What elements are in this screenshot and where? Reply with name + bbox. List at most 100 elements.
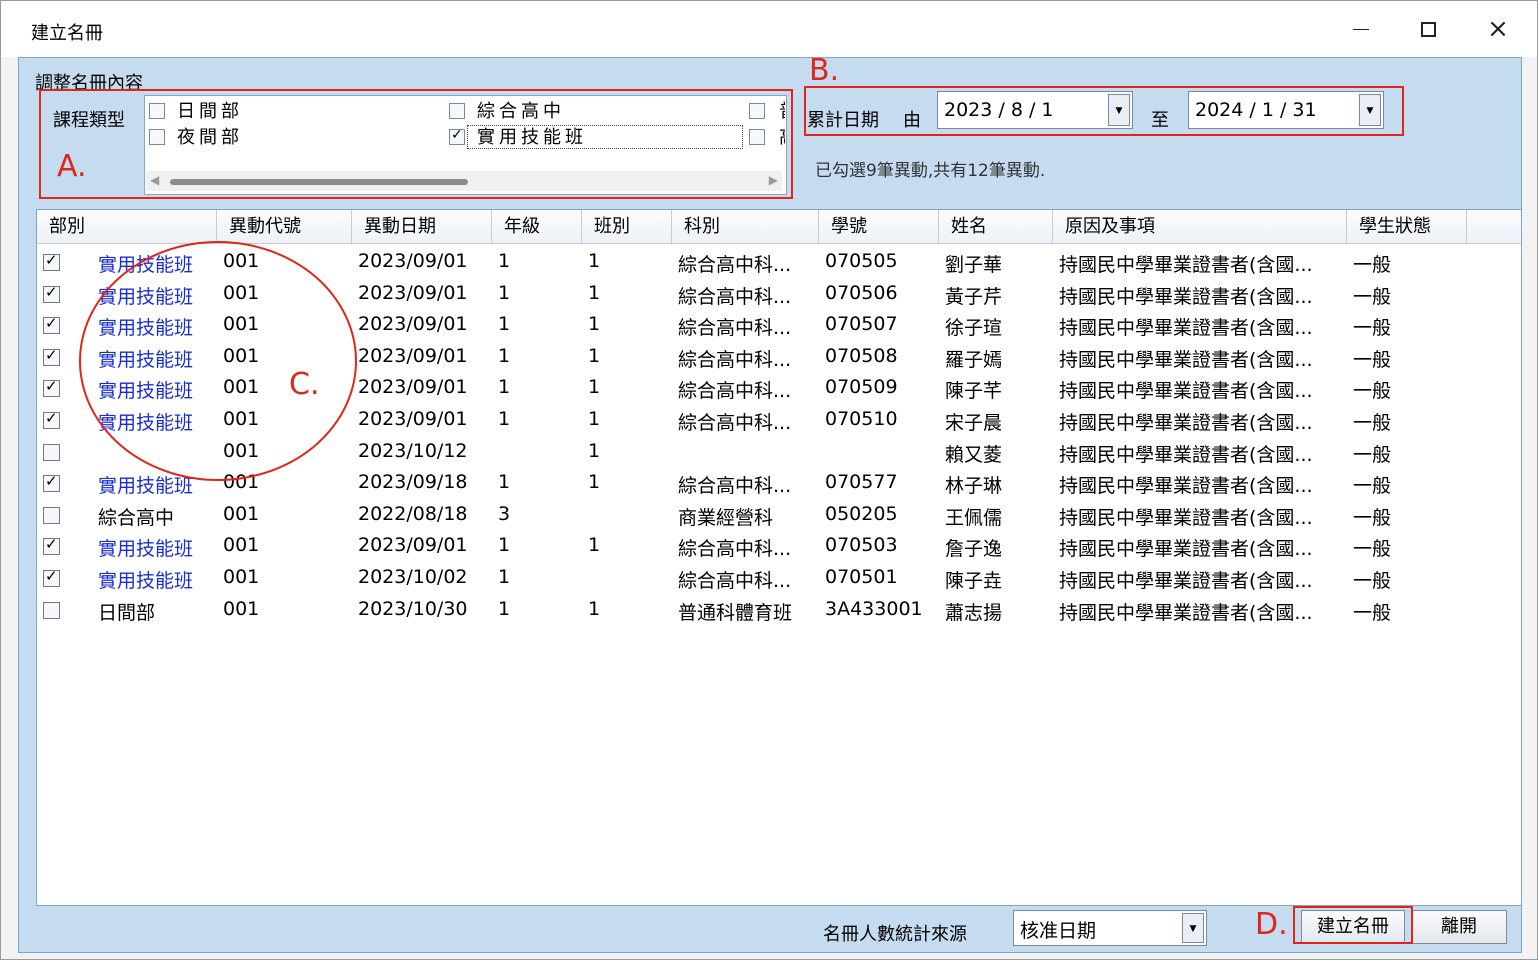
selection-status: 已勾選9筆異動,共有12筆異動.	[815, 161, 1046, 181]
row-student-id: 070509	[825, 376, 898, 399]
annotation-label-a: A.	[57, 149, 87, 184]
row-checkbox[interactable]	[43, 535, 60, 556]
minimize-icon	[1353, 28, 1369, 30]
row-reason: 持國民中學畢業證書者(含國...	[1059, 254, 1313, 276]
annotation-box-d	[1293, 906, 1413, 944]
annotation-label-b: B.	[809, 53, 840, 88]
table-row[interactable]: 實用技能班 001 2023/10/02 1 綜合高中科... 070501 陳子垚 持國民中…	[37, 562, 1521, 593]
close-button[interactable]: ×	[1463, 9, 1533, 49]
row-student-id: 050205	[825, 502, 898, 525]
row-reason: 持國民中學畢業證書者(含國...	[1059, 412, 1313, 434]
row-subject: 商業經營科	[678, 506, 774, 529]
row-student-id: 070506	[825, 281, 898, 304]
column-header-dept[interactable]: 部別	[37, 210, 217, 244]
source-select[interactable]: 核准日期 ▼	[1013, 910, 1207, 946]
source-value: 核准日期	[1020, 920, 1097, 942]
row-date: 2023/09/01	[358, 281, 468, 304]
row-status: 一般	[1353, 412, 1392, 434]
column-header-status[interactable]: 學生狀態	[1347, 210, 1467, 244]
row-date: 2022/08/18	[358, 502, 468, 525]
row-status: 一般	[1353, 443, 1392, 466]
row-grade: 1	[498, 281, 511, 304]
row-checkbox[interactable]	[43, 409, 60, 429]
column-header-grade[interactable]: 年級	[492, 210, 582, 244]
row-class: 1	[588, 408, 601, 430]
row-reason: 持國民中學畢業證書者(含國...	[1059, 317, 1313, 340]
row-checkbox[interactable]	[43, 443, 60, 461]
row-status: 一般	[1353, 380, 1392, 403]
row-checkbox[interactable]	[43, 472, 60, 493]
row-subject: 綜合高中科...	[678, 412, 792, 434]
row-reason: 持國民中學畢業證書者(含國...	[1059, 348, 1313, 371]
row-date: 2023/09/01	[358, 250, 468, 272]
row-dept: 日間部	[98, 601, 156, 624]
row-grade: 1	[498, 250, 511, 272]
row-status: 一般	[1353, 285, 1392, 308]
leave-button[interactable]: 離開	[1411, 910, 1507, 944]
row-code: 001	[223, 534, 260, 557]
table-row[interactable]: 實用技能班 001 2023/09/01 1 1 綜合高中科... 070503 詹子逸 持國民…	[37, 530, 1521, 561]
column-header-name[interactable]: 姓名	[939, 210, 1053, 244]
row-date: 2023/10/02	[358, 566, 468, 588]
row-dept: 實用技能班	[98, 570, 194, 592]
row-class: 1	[588, 439, 601, 462]
annotation-label-d: D.	[1255, 907, 1288, 942]
row-subject: 綜合高中科...	[678, 348, 792, 371]
row-status: 一般	[1353, 601, 1392, 624]
row-checkbox[interactable]	[43, 601, 60, 619]
row-grade: 1	[498, 376, 511, 399]
row-status: 一般	[1353, 348, 1392, 371]
annotation-box-b	[804, 86, 1404, 136]
row-grade: 3	[498, 502, 511, 525]
row-name: 蕭志揚	[945, 601, 1003, 624]
table-row[interactable]: 日間部 001 2023/10/30 1 1 普通科體育班 3A433001 蕭志揚 持國民中學…	[37, 594, 1521, 625]
row-checkbox[interactable]	[43, 377, 60, 398]
row-reason: 持國民中學畢業證書者(含國...	[1059, 506, 1313, 529]
row-grade: 1	[498, 534, 511, 557]
minimize-button[interactable]	[1326, 9, 1396, 49]
row-subject: 綜合高中科...	[678, 317, 792, 340]
column-header-class[interactable]: 班別	[582, 210, 672, 244]
row-name: 徐子瑄	[945, 317, 1003, 340]
row-grade: 1	[498, 408, 511, 430]
row-student-id: 070510	[825, 408, 898, 430]
row-student-id: 070503	[825, 534, 898, 557]
table-row[interactable]: 綜合高中 001 2022/08/18 3 商業經營科 050205 王佩儒 持國民中學畢業證…	[37, 499, 1521, 530]
row-class: 1	[588, 344, 601, 367]
row-status: 一般	[1353, 506, 1392, 529]
row-reason: 持國民中學畢業證書者(含國...	[1059, 380, 1313, 403]
column-header-subject[interactable]: 科別	[672, 210, 819, 244]
row-name: 林子琳	[945, 475, 1003, 498]
row-subject: 綜合高中科...	[678, 285, 792, 308]
chevron-down-icon[interactable]: ▼	[1182, 913, 1204, 943]
row-checkbox[interactable]	[43, 506, 60, 524]
close-icon: ×	[1487, 14, 1509, 44]
row-checkbox[interactable]	[43, 314, 60, 335]
row-name: 劉子華	[945, 254, 1003, 276]
column-header-student-id[interactable]: 學號	[819, 210, 939, 244]
row-checkbox[interactable]	[43, 567, 60, 587]
row-grade: 1	[498, 471, 511, 494]
grid-header: 部別 異動代號 異動日期 年級 班別 科別 學號 姓名 原因及事項 學生狀態	[37, 210, 1521, 244]
row-date: 2023/09/18	[358, 471, 468, 494]
row-dept: 綜合高中	[98, 506, 175, 529]
row-grade: 1	[498, 313, 511, 336]
row-date: 2023/10/30	[358, 597, 468, 620]
row-checkbox[interactable]	[43, 346, 60, 366]
annotation-box-a	[39, 89, 793, 199]
row-subject: 綜合高中科...	[678, 475, 792, 498]
annotation-circle-c	[79, 241, 357, 481]
row-status: 一般	[1353, 538, 1392, 561]
maximize-button[interactable]	[1393, 9, 1463, 49]
row-name: 黃子芹	[945, 285, 1003, 308]
row-checkbox[interactable]	[43, 283, 60, 303]
row-checkbox[interactable]	[43, 251, 60, 271]
row-subject: 綜合高中科...	[678, 538, 792, 561]
row-name: 王佩儒	[945, 506, 1003, 529]
column-header-date[interactable]: 異動日期	[352, 210, 492, 244]
column-header-code[interactable]: 異動代號	[217, 210, 352, 244]
row-name: 宋子晨	[945, 412, 1003, 434]
row-name: 賴又菱	[945, 443, 1003, 466]
column-header-reason[interactable]: 原因及事項	[1053, 210, 1347, 244]
row-student-id: 3A433001	[825, 597, 923, 620]
